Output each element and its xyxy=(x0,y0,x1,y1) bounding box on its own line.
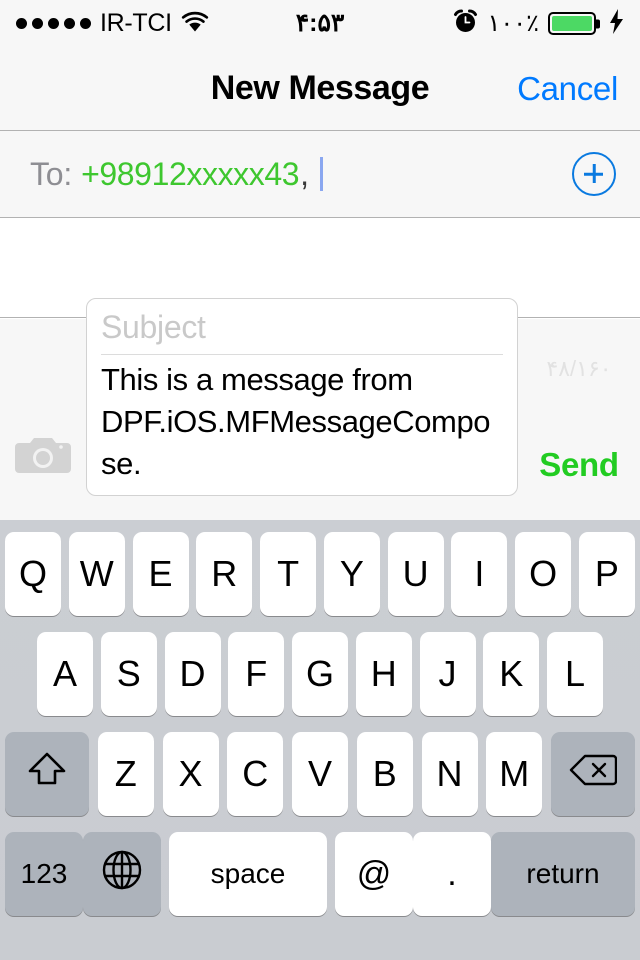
character-counter: ۴۸/۱۶۰ xyxy=(546,356,612,381)
camera-icon xyxy=(15,433,71,482)
globe-language-key[interactable] xyxy=(83,832,161,916)
alarm-clock-icon xyxy=(453,9,478,39)
at-symbol-key[interactable]: @ xyxy=(335,832,413,916)
period-key[interactable]: . xyxy=(413,832,491,916)
key-z[interactable]: Z xyxy=(97,732,154,816)
camera-attach-button[interactable] xyxy=(0,433,86,506)
return-key[interactable]: return xyxy=(491,832,635,916)
compose-toolbar: Subject This is a message from DPF.iOS.M… xyxy=(0,298,640,520)
key-m[interactable]: M xyxy=(486,732,543,816)
recipient-token[interactable]: +98912xxxxx43 xyxy=(81,156,299,193)
subject-input[interactable]: Subject xyxy=(101,305,503,355)
key-a[interactable]: A xyxy=(37,632,93,716)
wifi-icon xyxy=(181,11,209,37)
numbers-key[interactable]: 123 xyxy=(5,832,83,916)
lightning-bolt-icon xyxy=(609,8,624,39)
iphone-screen: IR-TCI ۴:۵۳ ۱۰۰٪ New Message Cancel To: … xyxy=(0,0,640,960)
key-i[interactable]: I xyxy=(451,532,508,616)
key-x[interactable]: X xyxy=(162,732,219,816)
battery-percentage: ۱۰۰٪ xyxy=(487,9,539,37)
carrier-name: IR-TCI xyxy=(100,9,172,37)
globe-language-icon xyxy=(100,848,144,901)
backspace-delete-icon xyxy=(569,752,618,797)
key-c[interactable]: C xyxy=(227,732,284,816)
battery-nub xyxy=(596,19,600,28)
status-bar-left: IR-TCI xyxy=(16,11,209,37)
key-h[interactable]: H xyxy=(355,632,412,716)
key-g[interactable]: G xyxy=(292,632,348,716)
key-y[interactable]: Y xyxy=(323,532,380,616)
navigation-bar: New Message Cancel xyxy=(0,47,640,131)
battery-icon xyxy=(548,12,600,35)
signal-dot xyxy=(64,18,75,29)
key-v[interactable]: V xyxy=(292,732,348,816)
backspace-key[interactable] xyxy=(551,732,635,816)
key-f[interactable]: F xyxy=(228,632,285,716)
keyboard-row-2: A S D F G H J K L xyxy=(0,632,640,716)
key-w[interactable]: W xyxy=(68,532,125,616)
signal-dot xyxy=(16,18,27,29)
key-l[interactable]: L xyxy=(547,632,603,716)
space-key[interactable]: space xyxy=(169,832,327,916)
key-p[interactable]: P xyxy=(578,532,635,616)
recipient-separator: , xyxy=(300,155,309,192)
add-contact-icon[interactable] xyxy=(572,152,616,196)
send-button[interactable]: Send xyxy=(518,446,640,484)
text-cursor xyxy=(319,157,323,191)
signal-dot xyxy=(48,18,59,29)
key-b[interactable]: B xyxy=(356,732,413,816)
key-k[interactable]: K xyxy=(483,632,540,716)
battery-fill xyxy=(552,16,592,31)
recipient-field[interactable]: To: +98912xxxxx43 , xyxy=(0,131,640,218)
key-j[interactable]: J xyxy=(419,632,476,716)
message-compose-box[interactable]: Subject This is a message from DPF.iOS.M… xyxy=(86,298,518,496)
keyboard-row-1: Q W E R T Y U I O P xyxy=(0,532,640,616)
on-screen-keyboard: Q W E R T Y U I O P A S D F G H J K L Z … xyxy=(0,520,640,960)
shift-arrow-icon xyxy=(26,750,68,799)
key-q[interactable]: Q xyxy=(5,532,61,616)
key-o[interactable]: O xyxy=(515,532,572,616)
shift-key[interactable] xyxy=(5,732,89,816)
key-n[interactable]: N xyxy=(421,732,478,816)
signal-strength-dots xyxy=(16,18,91,29)
status-bar-right: ۱۰۰٪ xyxy=(453,8,624,39)
compose-right-column: ۴۸/۱۶۰ Send xyxy=(518,319,640,506)
cancel-button[interactable]: Cancel xyxy=(517,47,618,130)
key-e[interactable]: E xyxy=(132,532,189,616)
message-body-input[interactable]: This is a message from DPF.iOS.MFMessage… xyxy=(101,355,503,485)
to-label: To: xyxy=(30,155,73,192)
keyboard-row-3: Z X C V B N M xyxy=(0,732,640,816)
key-s[interactable]: S xyxy=(100,632,157,716)
signal-dot xyxy=(80,18,91,29)
signal-dot xyxy=(32,18,43,29)
key-d[interactable]: D xyxy=(164,632,221,716)
key-r[interactable]: R xyxy=(196,532,253,616)
key-u[interactable]: U xyxy=(387,532,444,616)
status-bar: IR-TCI ۴:۵۳ ۱۰۰٪ xyxy=(0,0,640,47)
keyboard-row-4: 123 space @ . return xyxy=(0,832,640,916)
key-t[interactable]: T xyxy=(260,532,317,616)
